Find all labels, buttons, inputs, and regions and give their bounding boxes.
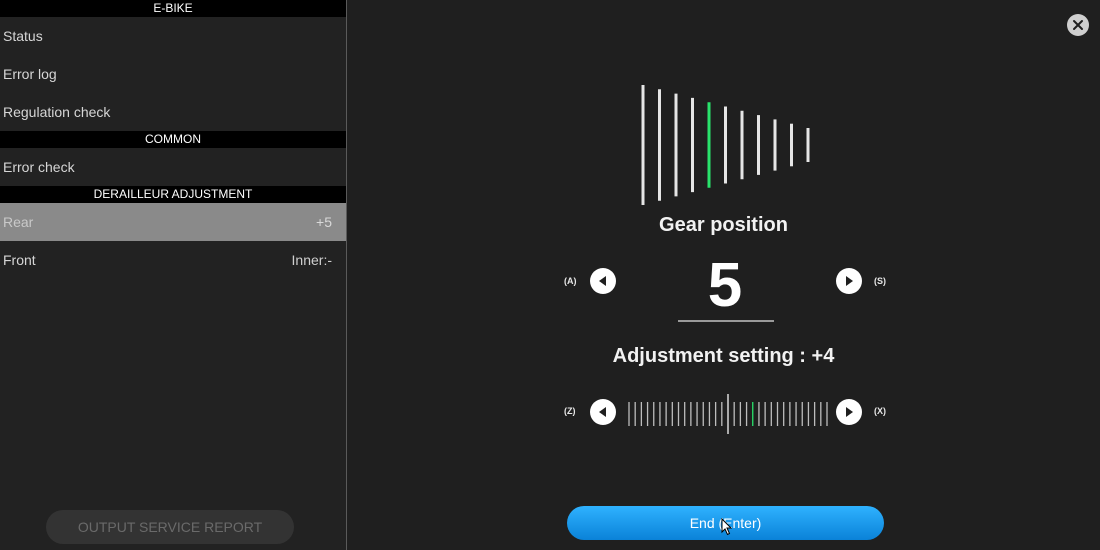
output-service-report-button[interactable]: OUTPUT SERVICE REPORT xyxy=(46,510,294,544)
adjustment-scale xyxy=(628,394,828,434)
sidebar-item-front[interactable]: Front Inner:- xyxy=(0,241,346,279)
sidebar-item-error-log[interactable]: Error log xyxy=(0,55,346,93)
sidebar-item-regulation-check[interactable]: Regulation check xyxy=(0,93,346,131)
main-panel: Gear position (A) 5 (S) Adjustment setti… xyxy=(347,0,1100,550)
key-hint-adj-next: (X) xyxy=(874,406,886,416)
triangle-left-icon xyxy=(599,276,606,286)
gear-position-value: 5 xyxy=(707,251,743,320)
close-icon xyxy=(1073,20,1083,30)
sidebar-item-label: Error log xyxy=(3,66,57,82)
gear-position-title: Gear position xyxy=(659,214,788,236)
sidebar-item-label: Regulation check xyxy=(3,104,111,120)
sidebar-item-label: Status xyxy=(3,28,43,44)
sidebar-item-value: Inner:- xyxy=(291,252,332,268)
gear-prev-button[interactable] xyxy=(590,268,616,294)
triangle-right-icon xyxy=(846,276,853,286)
sidebar-item-rear[interactable]: Rear +5 xyxy=(0,203,346,241)
sidebar-item-value: +5 xyxy=(316,214,332,230)
sidebar-item-label: Front xyxy=(3,252,36,268)
key-hint-gear-next: (S) xyxy=(874,276,886,286)
section-header-ebike: E-BIKE xyxy=(0,0,346,17)
section-header-common: COMMON xyxy=(0,131,346,148)
gear-value-underline xyxy=(678,320,774,322)
close-button[interactable] xyxy=(1067,14,1089,36)
sidebar-item-error-check[interactable]: Error check xyxy=(0,148,346,186)
triangle-right-icon xyxy=(846,407,853,417)
gear-next-button[interactable] xyxy=(836,268,862,294)
sidebar-item-status[interactable]: Status xyxy=(0,17,346,55)
sidebar-item-label: Rear xyxy=(3,214,34,230)
section-header-derailleur-adjustment: DERAILLEUR ADJUSTMENT xyxy=(0,186,346,203)
mouse-cursor-icon xyxy=(721,518,733,536)
gear-position-indicator xyxy=(641,85,810,205)
adjust-next-button[interactable] xyxy=(836,399,862,425)
adjustment-setting-title: Adjustment setting : +4 xyxy=(612,345,835,367)
adjust-prev-button[interactable] xyxy=(590,399,616,425)
sidebar-item-label: Error check xyxy=(3,159,75,175)
triangle-left-icon xyxy=(599,407,606,417)
key-hint-gear-prev: (A) xyxy=(564,276,577,286)
key-hint-adj-prev: (Z) xyxy=(564,406,576,416)
sidebar: E-BIKE Status Error log Regulation check… xyxy=(0,0,347,550)
